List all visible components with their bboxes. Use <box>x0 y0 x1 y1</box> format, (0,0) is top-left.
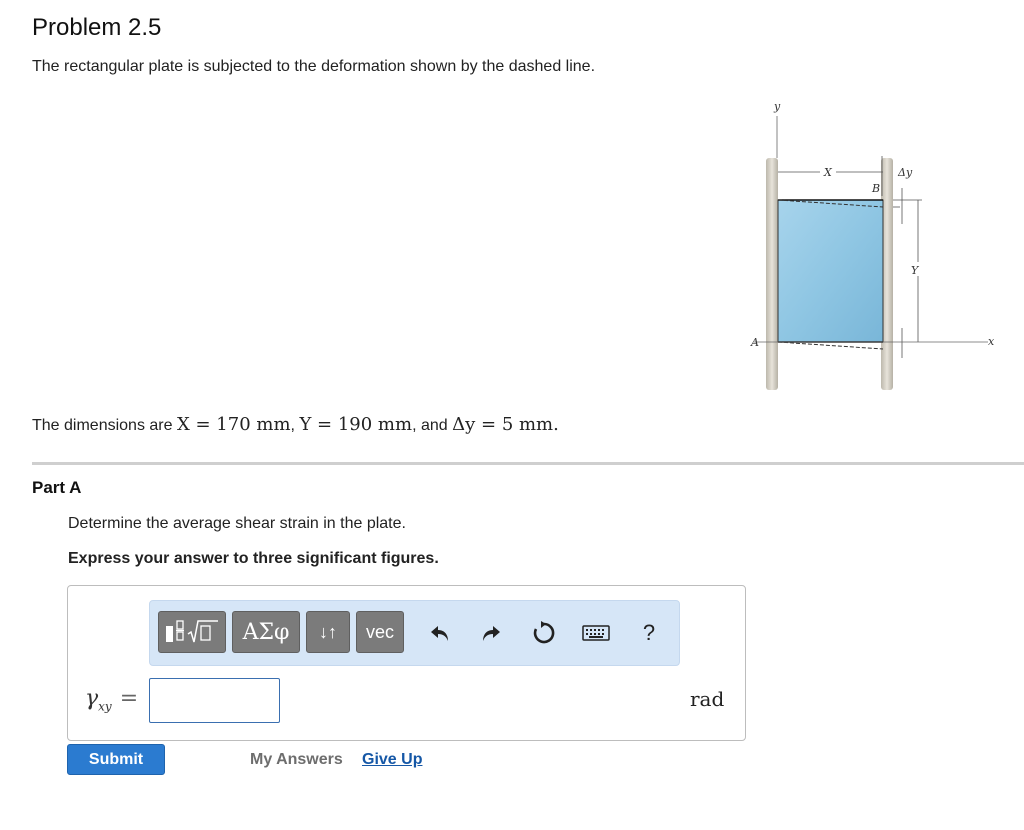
plate <box>777 199 884 343</box>
problem-title: Problem 2.5 <box>32 14 162 41</box>
dim-X-value: X = 170 mm <box>176 414 291 435</box>
part-instruction: Express your answer to three significant… <box>68 550 439 567</box>
answer-unit: rad <box>690 687 725 711</box>
dim-Y-value: Y = 190 mm <box>299 414 413 435</box>
submit-button[interactable]: Submit <box>67 744 165 775</box>
part-question: Determine the average shear strain in th… <box>68 515 406 532</box>
section-divider <box>32 462 1024 465</box>
arrows-button[interactable]: ↓↑ <box>306 611 350 653</box>
redo-icon[interactable] <box>477 619 505 647</box>
dimensions-statement: The dimensions are X = 170 mm, Y = 190 m… <box>32 414 559 435</box>
templates-icon <box>166 620 218 643</box>
answer-panel: ΑΣφ ↓↑ vec ? γxy = rad <box>67 585 746 741</box>
templates-button[interactable] <box>158 611 226 653</box>
deformation-figure: y X B Δy Y x A <box>740 96 1010 396</box>
give-up-link[interactable]: Give Up <box>362 751 422 769</box>
left-support <box>766 158 778 390</box>
answer-variable-label: γxy = <box>85 686 139 714</box>
dim-X-label: X <box>823 166 833 179</box>
reset-icon[interactable] <box>530 619 558 647</box>
y-axis-label: y <box>773 100 781 113</box>
greek-symbols-button[interactable]: ΑΣφ <box>232 611 300 653</box>
math-toolbar: ΑΣφ ↓↑ vec ? <box>149 600 680 666</box>
help-icon[interactable]: ? <box>635 619 663 647</box>
point-B-label: B <box>871 182 880 195</box>
vector-button[interactable]: vec <box>356 611 404 653</box>
dims-intro-text: The dimensions are <box>32 417 173 434</box>
problem-intro: The rectangular plate is subjected to th… <box>32 58 596 75</box>
dims-and-text: and <box>420 417 448 434</box>
dim-dy-value: Δy = 5 mm <box>452 414 554 435</box>
keyboard-icon[interactable] <box>581 619 611 647</box>
point-A-label: A <box>750 336 759 349</box>
dim-dy-label: Δy <box>897 166 913 179</box>
x-axis-label: x <box>988 335 995 348</box>
deformed-bottom-edge <box>777 341 884 350</box>
undo-icon[interactable] <box>426 619 454 647</box>
answer-input[interactable] <box>149 678 280 723</box>
my-answers-link[interactable]: My Answers <box>250 751 343 769</box>
part-title: Part A <box>32 478 82 497</box>
